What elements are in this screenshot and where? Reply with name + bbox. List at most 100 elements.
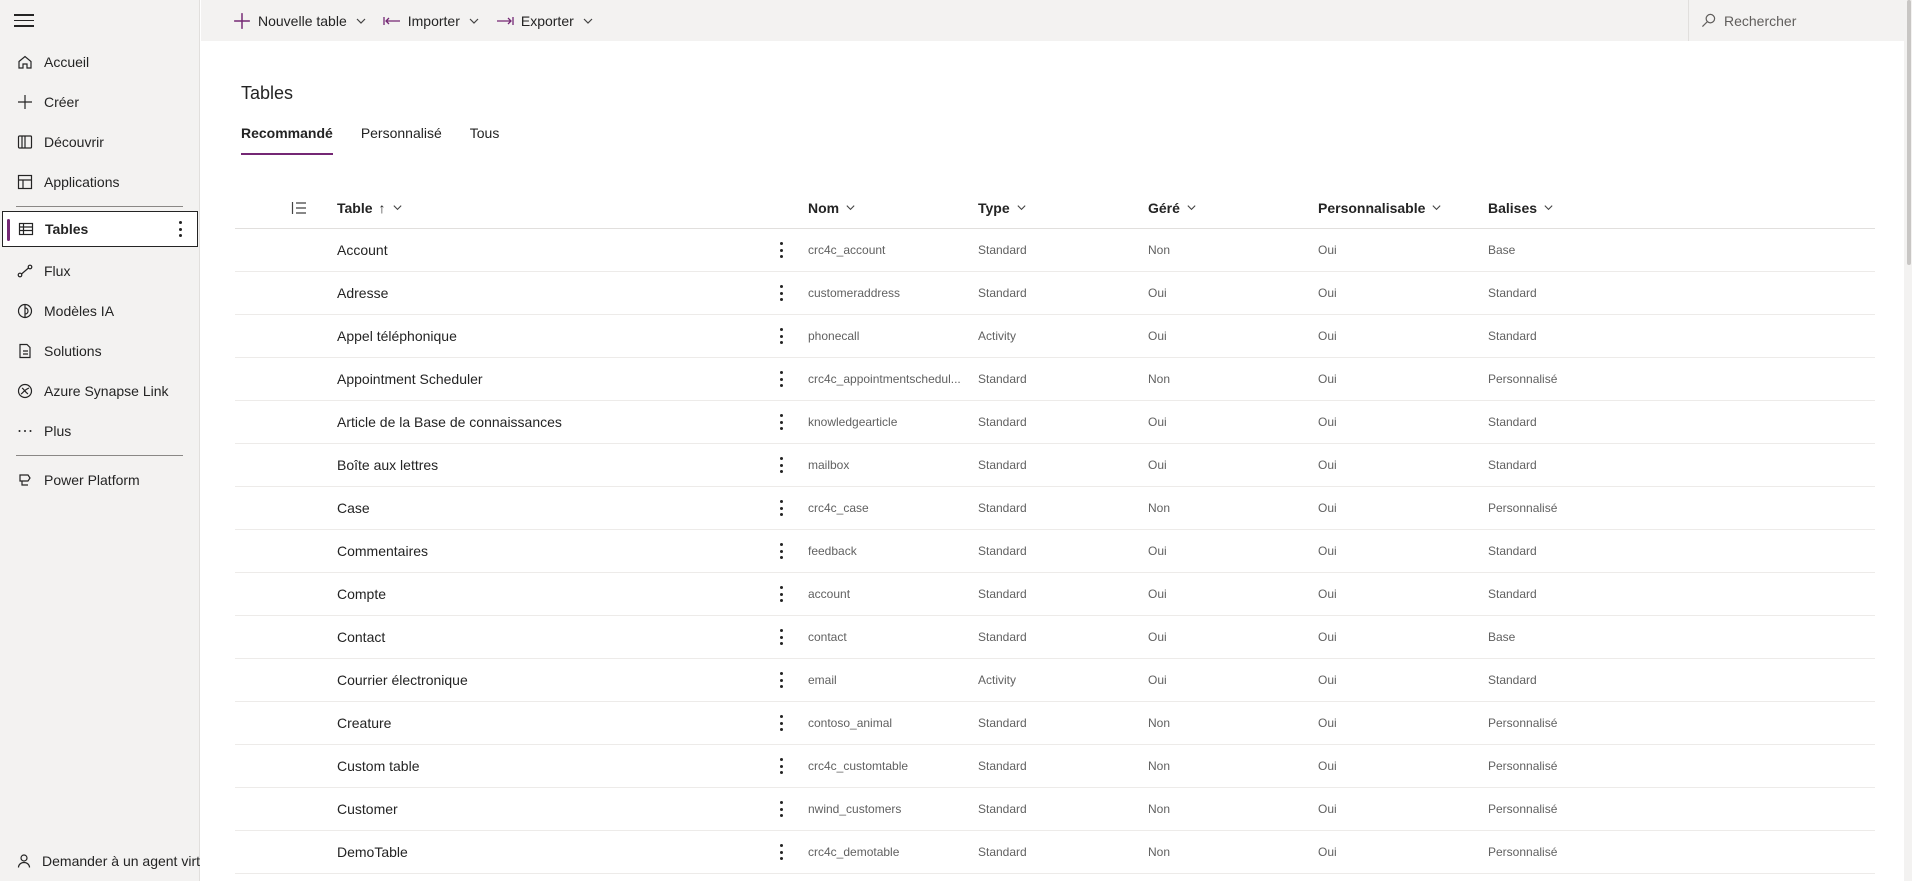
- import-button[interactable]: Importer: [375, 0, 488, 41]
- nav-item-decouvrir[interactable]: Découvrir: [0, 122, 200, 162]
- row-more-button[interactable]: [756, 672, 808, 688]
- row-more-button[interactable]: [756, 457, 808, 473]
- table-row[interactable]: Custom table crc4c_customtable Standard Non…: [235, 745, 1875, 788]
- row-select[interactable]: [235, 444, 337, 486]
- nav-item-power-platform[interactable]: Power Platform: [0, 460, 200, 500]
- row-more-button[interactable]: [756, 758, 808, 774]
- cell-table[interactable]: Account: [337, 242, 756, 258]
- tab-tous[interactable]: Tous: [470, 125, 500, 155]
- search-input[interactable]: Rechercher: [1688, 0, 1874, 41]
- table-row[interactable]: Account crc4c_account Standard Non Oui Base: [235, 229, 1875, 272]
- nav-item-applications[interactable]: Applications: [0, 162, 200, 202]
- nav-item-tables[interactable]: Tables: [2, 211, 198, 247]
- export-button[interactable]: Exporter: [488, 0, 602, 41]
- cell-table[interactable]: Courrier électronique: [337, 672, 756, 688]
- table-row[interactable]: Appointment Scheduler crc4c_appointmentsc…: [235, 358, 1875, 401]
- header-table[interactable]: Table ↑: [337, 200, 756, 216]
- cell-table[interactable]: Article de la Base de connaissances: [337, 414, 756, 430]
- row-select[interactable]: [235, 358, 337, 400]
- header-managed[interactable]: Géré: [1148, 200, 1318, 216]
- row-more-button[interactable]: [756, 715, 808, 731]
- cell-table[interactable]: Boîte aux lettres: [337, 457, 756, 473]
- cell-table[interactable]: Commentaires: [337, 543, 756, 559]
- hamburger-menu-icon[interactable]: [14, 10, 34, 30]
- table-row[interactable]: Case crc4c_case Standard Non Oui Personnalisé: [235, 487, 1875, 530]
- cell-managed: Oui: [1148, 587, 1167, 601]
- table-row[interactable]: Courrier électronique email Activity Oui Oui…: [235, 659, 1875, 702]
- nav-bottom: Demander à un agent virt: [0, 841, 200, 881]
- row-select[interactable]: [235, 315, 337, 357]
- row-more-button[interactable]: [756, 285, 808, 301]
- cell-table[interactable]: Custom table: [337, 758, 756, 774]
- row-select[interactable]: [235, 788, 337, 830]
- table-row[interactable]: Customer nwind_customers Standard Non Oui Per…: [235, 788, 1875, 831]
- row-more-button[interactable]: [756, 500, 808, 516]
- row-more-button[interactable]: [756, 328, 808, 344]
- nav-item-accueil[interactable]: Accueil: [0, 42, 200, 82]
- tab-recommande[interactable]: Recommandé: [241, 125, 333, 155]
- cell-tags: Standard: [1488, 415, 1537, 429]
- cell-table[interactable]: Contact: [337, 629, 756, 645]
- nav-item-virtual-agent[interactable]: Demander à un agent virt: [0, 841, 200, 881]
- header-customizable[interactable]: Personnalisable: [1318, 200, 1488, 216]
- column-list-icon[interactable]: [291, 200, 307, 216]
- nav-item-creer[interactable]: Créer: [0, 82, 200, 122]
- nav-label: Applications: [44, 174, 120, 190]
- table-row[interactable]: Adresse customeraddress Standard Oui Oui Stan…: [235, 272, 1875, 315]
- row-select[interactable]: [235, 745, 337, 787]
- cell-table[interactable]: DemoTable: [337, 844, 756, 860]
- cell-managed: Oui: [1148, 673, 1167, 687]
- cell-table[interactable]: Creature: [337, 715, 756, 731]
- row-more-button[interactable]: [756, 801, 808, 817]
- table-row[interactable]: Contact contact Standard Oui Oui Base: [235, 616, 1875, 659]
- row-select[interactable]: [235, 487, 337, 529]
- row-more-button[interactable]: [756, 242, 808, 258]
- more-options-icon[interactable]: [179, 221, 183, 237]
- cell-table[interactable]: Appel téléphonique: [337, 328, 756, 344]
- row-more-button[interactable]: [756, 844, 808, 860]
- row-select[interactable]: [235, 616, 337, 658]
- header-name[interactable]: Nom: [808, 200, 978, 216]
- scrollbar-thumb[interactable]: [1907, 0, 1911, 265]
- cell-tags: Standard: [1488, 587, 1537, 601]
- row-select[interactable]: [235, 573, 337, 615]
- column-options: [235, 187, 337, 228]
- table-row[interactable]: Creature contoso_animal Standard Non Oui Pers…: [235, 702, 1875, 745]
- nav-item-azure-synapse-link[interactable]: Azure Synapse Link: [0, 371, 200, 411]
- nav-item-flux[interactable]: Flux: [0, 251, 200, 291]
- row-more-button[interactable]: [756, 371, 808, 387]
- table-row[interactable]: Commentaires feedback Standard Oui Oui Standa…: [235, 530, 1875, 573]
- tab-personnalise[interactable]: Personnalisé: [361, 125, 442, 155]
- vertical-scrollbar[interactable]: [1904, 0, 1912, 881]
- new-table-button[interactable]: Nouvelle table: [225, 0, 375, 41]
- row-more-button[interactable]: [756, 629, 808, 645]
- header-type[interactable]: Type: [978, 200, 1148, 216]
- nav-item-solutions[interactable]: Solutions: [0, 331, 200, 371]
- row-select[interactable]: [235, 229, 337, 271]
- row-select[interactable]: [235, 659, 337, 701]
- row-more-button[interactable]: [756, 414, 808, 430]
- table-row[interactable]: Boîte aux lettres mailbox Standard Oui Oui St…: [235, 444, 1875, 487]
- row-more-button[interactable]: [756, 543, 808, 559]
- row-more-button[interactable]: [756, 586, 808, 602]
- cell-table[interactable]: Case: [337, 500, 756, 516]
- nav-label: Découvrir: [44, 134, 104, 150]
- nav-item-plus[interactable]: Plus: [0, 411, 200, 451]
- table-row[interactable]: DemoTable crc4c_demotable Standard Non Oui Pe…: [235, 831, 1875, 874]
- table-row[interactable]: Compte account Standard Oui Oui Standard: [235, 573, 1875, 616]
- nav-label: Demander à un agent virt: [42, 853, 200, 869]
- row-select[interactable]: [235, 272, 337, 314]
- row-select[interactable]: [235, 530, 337, 572]
- cell-table[interactable]: Customer: [337, 801, 756, 817]
- cell-table[interactable]: Adresse: [337, 285, 756, 301]
- row-select[interactable]: [235, 831, 337, 873]
- cell-table[interactable]: Compte: [337, 586, 756, 602]
- table-row[interactable]: Appel téléphonique phonecall Activity Oui Ou…: [235, 315, 1875, 358]
- header-tags[interactable]: Balises: [1488, 200, 1658, 216]
- table-row[interactable]: Article de la Base de connaissances knowl…: [235, 401, 1875, 444]
- nav-item-modeles-ia[interactable]: Modèles IA: [0, 291, 200, 331]
- cell-tags: Personnalisé: [1488, 716, 1558, 730]
- cell-table[interactable]: Appointment Scheduler: [337, 371, 756, 387]
- row-select[interactable]: [235, 401, 337, 443]
- row-select[interactable]: [235, 702, 337, 744]
